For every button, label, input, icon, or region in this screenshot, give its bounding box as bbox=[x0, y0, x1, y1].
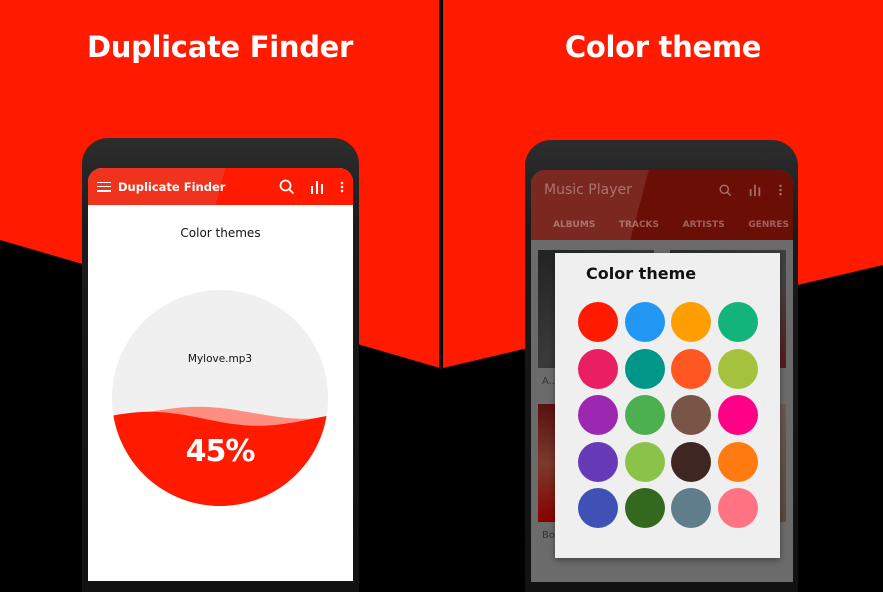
duplicate-finder-screen: Duplicate Finder Color themes Mylove.mp3… bbox=[88, 168, 353, 581]
equalizer-icon[interactable] bbox=[748, 182, 762, 201]
app-title: Music Player bbox=[544, 182, 632, 198]
color-swatch[interactable] bbox=[671, 395, 711, 435]
color-swatch[interactable] bbox=[578, 441, 618, 482]
color-swatch[interactable] bbox=[671, 441, 711, 482]
color-swatch[interactable] bbox=[624, 395, 665, 435]
color-swatch[interactable] bbox=[624, 488, 665, 528]
color-swatch[interactable] bbox=[717, 441, 758, 482]
color-swatch-grid bbox=[578, 302, 758, 528]
color-swatch[interactable] bbox=[671, 302, 711, 342]
color-swatch[interactable] bbox=[717, 302, 758, 342]
more-vert-icon[interactable] bbox=[778, 182, 783, 201]
more-vert-icon[interactable] bbox=[339, 179, 345, 195]
equalizer-icon[interactable] bbox=[309, 179, 325, 195]
dialog-title: Color theme bbox=[586, 264, 697, 283]
color-swatch[interactable] bbox=[671, 488, 711, 528]
color-swatch[interactable] bbox=[578, 348, 618, 389]
hamburger-menu-icon[interactable] bbox=[97, 181, 111, 192]
color-swatch[interactable] bbox=[578, 488, 618, 528]
music-player-screen: Music Player ALBUMS TRACKS ARTISTS GENRE… bbox=[531, 170, 793, 582]
section-title: Color themes bbox=[180, 226, 261, 240]
app-title: Duplicate Finder bbox=[118, 179, 226, 194]
tab-genres[interactable]: GENRES bbox=[748, 220, 789, 230]
left-headline: Duplicate Finder bbox=[86, 30, 354, 64]
tab-tracks[interactable]: TRACKS bbox=[619, 220, 659, 230]
progress-percent: 45% bbox=[185, 434, 256, 469]
right-headline: Color theme bbox=[564, 30, 762, 64]
color-swatch[interactable] bbox=[717, 488, 758, 528]
color-swatch[interactable] bbox=[624, 441, 665, 482]
phone-right: Music Player ALBUMS TRACKS ARTISTS GENRE… bbox=[525, 140, 798, 592]
tab-artists[interactable]: ARTISTS bbox=[683, 220, 725, 230]
color-swatch[interactable] bbox=[624, 348, 665, 389]
color-swatch[interactable] bbox=[578, 395, 618, 435]
color-swatch[interactable] bbox=[717, 348, 758, 389]
search-icon[interactable] bbox=[719, 182, 732, 201]
progress-wave-gauge bbox=[112, 290, 328, 506]
app-bar: Music Player ALBUMS TRACKS ARTISTS GENRE… bbox=[531, 170, 793, 240]
color-theme-dialog: Color theme bbox=[555, 253, 780, 558]
color-swatch[interactable] bbox=[578, 302, 618, 342]
file-name: Mylove.mp3 bbox=[187, 353, 253, 365]
app-bar: Duplicate Finder bbox=[88, 168, 353, 205]
search-icon[interactable] bbox=[279, 179, 295, 195]
color-swatch[interactable] bbox=[671, 348, 711, 389]
tab-albums[interactable]: ALBUMS bbox=[553, 220, 595, 230]
color-swatch[interactable] bbox=[717, 395, 758, 435]
phone-left: Duplicate Finder Color themes Mylove.mp3… bbox=[82, 138, 359, 592]
color-swatch[interactable] bbox=[624, 302, 665, 342]
